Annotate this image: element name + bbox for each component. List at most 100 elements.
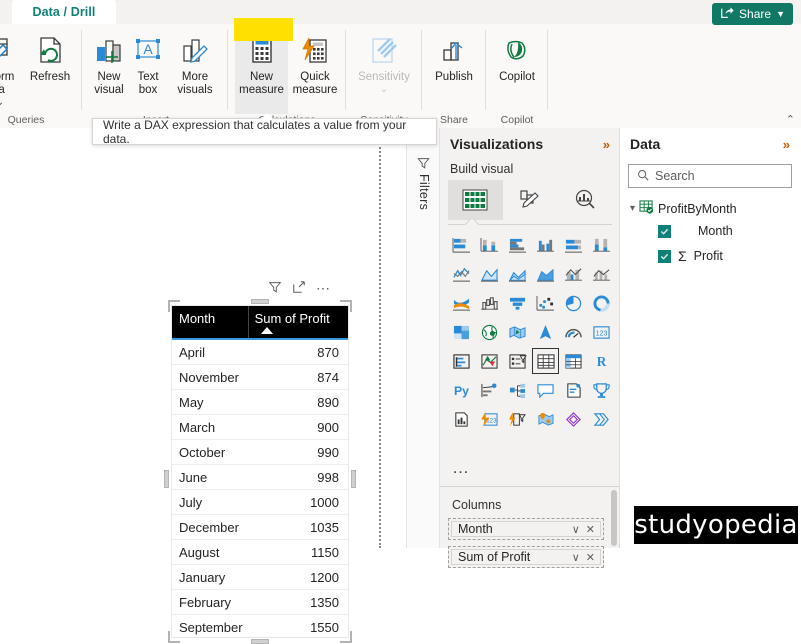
100-stacked-area-chart-icon[interactable] [532, 261, 559, 287]
scatter-chart-icon[interactable] [532, 290, 559, 316]
paginated-report-icon[interactable] [448, 406, 475, 432]
more-options-icon[interactable]: ⋯ [316, 281, 331, 295]
kpi-icon[interactable] [476, 348, 503, 374]
stacked-column-chart-icon[interactable] [476, 232, 503, 258]
field-well-profit-remove-icon[interactable]: ✕ [586, 551, 595, 564]
table-cell-profit: 990 [317, 444, 339, 460]
visualizations-scrollbar[interactable] [611, 490, 617, 546]
field-well-month-chevron-icon[interactable]: ∨ [572, 523, 580, 536]
collapse-visualizations-icon[interactable]: » [603, 137, 610, 152]
tab-data-drill[interactable]: Data / Drill [12, 0, 116, 24]
metrics-trophy-icon[interactable] [588, 377, 615, 403]
table-row[interactable]: February 1350 [172, 590, 348, 615]
table-row[interactable]: October 990 [172, 440, 348, 465]
table-row[interactable]: November 874 [172, 365, 348, 390]
refresh-button[interactable]: Refresh [22, 28, 78, 84]
resize-handle-bottom[interactable] [251, 639, 269, 644]
data-field-profit[interactable]: Σ Profit [658, 248, 723, 264]
multi-row-card-icon[interactable] [448, 348, 475, 374]
quick-measure-button[interactable]: Quick measure [288, 28, 342, 97]
line-and-clustered-column-chart-icon[interactable] [588, 261, 615, 287]
line-chart-icon[interactable] [448, 261, 475, 287]
field-well-month[interactable]: Month ∨ ✕ [448, 518, 604, 540]
table-row[interactable]: June 998 [172, 465, 348, 490]
table-row[interactable]: March 900 [172, 415, 348, 440]
visio-visual-icon[interactable] [560, 406, 587, 432]
data-search-input[interactable]: Search [628, 164, 792, 188]
table-row[interactable]: April 870 [172, 340, 348, 365]
clustered-column-chart-icon[interactable] [532, 232, 559, 258]
more-visuals-dots-icon[interactable]: … [452, 458, 471, 478]
stacked-area-chart-icon[interactable] [504, 261, 531, 287]
table-visual[interactable]: Month Sum of Profit April 870 November 874 M… [171, 305, 349, 638]
group-divider [81, 30, 82, 110]
decomposition-tree-icon[interactable] [504, 377, 531, 403]
qna-visual-icon[interactable] [532, 377, 559, 403]
resize-handle-top[interactable] [251, 299, 269, 304]
column-header-sum-of-profit[interactable]: Sum of Profit [247, 306, 348, 340]
data-field-month[interactable]: Month [658, 224, 733, 238]
powerpoint-visual-icon[interactable] [588, 406, 615, 432]
filters-pane-collapsed[interactable]: « Filters [406, 128, 440, 548]
column-header-month[interactable]: Month [172, 306, 248, 340]
area-chart-icon[interactable] [476, 261, 503, 287]
waterfall-chart-icon[interactable] [476, 290, 503, 316]
smart-narrative-icon[interactable] [560, 377, 587, 403]
new-visual-button[interactable]: New visual [88, 28, 130, 97]
treemap-icon[interactable] [448, 319, 475, 345]
table-row[interactable]: September 1550 [172, 615, 348, 637]
table-row[interactable]: August 1150 [172, 540, 348, 565]
text-box-button[interactable]: A Text box [129, 28, 167, 97]
ribbon-chart-icon[interactable] [448, 290, 475, 316]
table-row[interactable]: December 1035 [172, 515, 348, 540]
resize-handle-right[interactable] [351, 470, 356, 488]
pie-chart-icon[interactable] [560, 290, 587, 316]
filled-map-icon[interactable] [504, 319, 531, 345]
table-row[interactable]: January 1200 [172, 565, 348, 590]
report-canvas[interactable]: ⋯ Month Sum of Profit April 870 November… [0, 128, 406, 644]
field-well-month-remove-icon[interactable]: ✕ [586, 523, 595, 536]
field-well-sum-of-profit[interactable]: Sum of Profit ∨ ✕ [448, 546, 604, 568]
100-stacked-bar-chart-icon[interactable] [560, 232, 587, 258]
table-row[interactable]: July 1000 [172, 490, 348, 515]
table-visual-icon[interactable] [532, 348, 559, 374]
100-stacked-column-chart-icon[interactable] [588, 232, 615, 258]
slicer-icon[interactable] [504, 348, 531, 374]
card-icon[interactable]: 123 [588, 319, 615, 345]
copilot-button[interactable]: Copilot [490, 28, 544, 84]
publish-button[interactable]: Publish [426, 28, 482, 84]
clustered-bar-chart-icon[interactable] [504, 232, 531, 258]
table-visual-container[interactable]: Month Sum of Profit April 870 November 874 M… [164, 299, 356, 644]
map-icon[interactable] [476, 319, 503, 345]
collapse-data-pane-icon[interactable]: » [783, 137, 790, 152]
tab-format-visual[interactable] [503, 180, 558, 220]
line-and-stacked-column-chart-icon[interactable] [560, 261, 587, 287]
power-apps-icon[interactable]: 123 [476, 406, 503, 432]
matrix-icon[interactable] [560, 348, 587, 374]
stacked-bar-chart-icon[interactable] [448, 232, 475, 258]
chevron-down-icon[interactable]: ▾ [630, 203, 635, 214]
field-checkbox-month[interactable] [658, 224, 671, 238]
resize-handle-left[interactable] [164, 470, 169, 488]
table-row[interactable]: May 890 [172, 390, 348, 415]
donut-chart-icon[interactable] [588, 290, 615, 316]
field-checkbox-profit[interactable] [658, 249, 671, 263]
field-well-profit-chevron-icon[interactable]: ∨ [572, 551, 580, 564]
share-button[interactable]: Share ▼ [712, 3, 793, 25]
key-influencers-icon[interactable] [476, 377, 503, 403]
focus-mode-icon[interactable] [292, 280, 306, 297]
power-automate-icon[interactable] [504, 406, 531, 432]
arcgis-maps-icon[interactable] [532, 406, 559, 432]
collapse-ribbon-button[interactable]: ⌃ [786, 113, 795, 126]
python-visual-icon[interactable]: Py [448, 377, 475, 403]
r-script-visual-icon[interactable]: R [588, 348, 615, 374]
filter-icon[interactable] [268, 280, 282, 297]
funnel-chart-icon[interactable] [504, 290, 531, 316]
tab-analytics[interactable] [557, 180, 612, 220]
data-table-node-profitbymonth[interactable]: ▾ ProfitByMonth [630, 200, 737, 217]
more-visuals-button[interactable]: More visuals [168, 28, 222, 97]
tab-build-visual[interactable] [448, 180, 503, 220]
gauge-chart-icon[interactable] [560, 319, 587, 345]
sensitivity-button[interactable]: Sensitivity ⌄ [349, 28, 419, 95]
azure-map-icon[interactable] [532, 319, 559, 345]
